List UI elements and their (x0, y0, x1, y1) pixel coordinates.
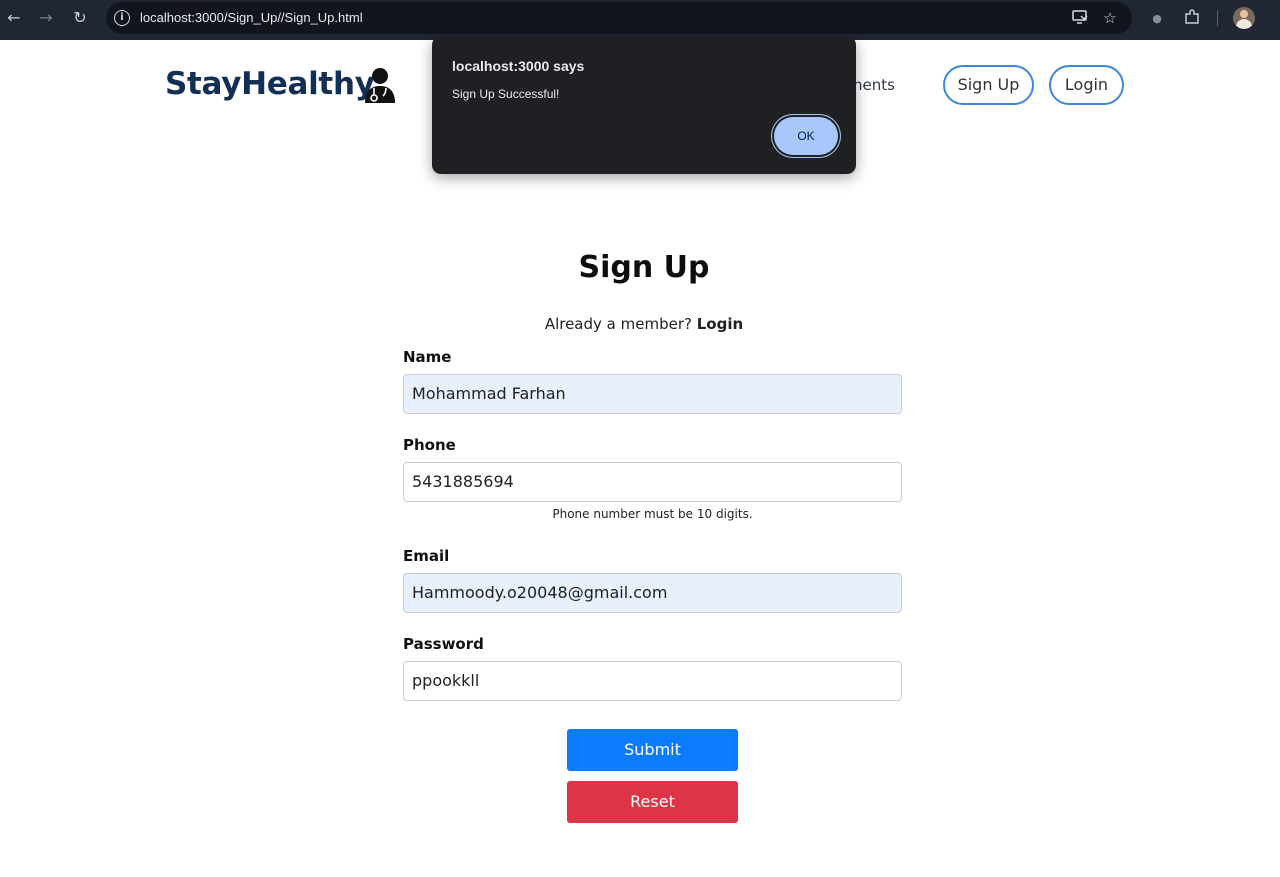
doctor-icon (365, 68, 395, 103)
phone-field[interactable]: 5431885694 (403, 462, 902, 502)
extension-icon[interactable]: ● (1146, 8, 1168, 30)
submit-button[interactable]: Submit (567, 729, 738, 771)
login-nav-button[interactable]: Login (1049, 65, 1124, 105)
install-app-glyph (1072, 10, 1088, 24)
star-icon[interactable]: ☆ (1100, 8, 1120, 28)
alert-dialog: localhost:3000 says Sign Up Successful! … (432, 36, 856, 174)
info-icon[interactable]: i (114, 10, 130, 26)
arrow-left-icon[interactable]: ← (2, 6, 26, 30)
brand-logo-text[interactable]: StayHealthy (165, 66, 375, 102)
email-label: Email (403, 547, 450, 565)
reset-button[interactable]: Reset (567, 781, 738, 823)
reload-icon[interactable]: ↻ (68, 6, 92, 30)
name-label: Name (403, 348, 452, 366)
signup-nav-button[interactable]: Sign Up (943, 65, 1034, 105)
password-field[interactable]: ppookkll (403, 661, 902, 701)
install-app-icon[interactable] (1070, 8, 1090, 28)
address-bar[interactable]: i localhost:3000/Sign_Up//Sign_Up.html ☆ (106, 2, 1132, 34)
page-title: Sign Up (578, 250, 710, 285)
browser-toolbar: ← → ↻ i localhost:3000/Sign_Up//Sign_Up.… (0, 0, 1280, 40)
email-field[interactable]: Hammoody.o20048@gmail.com (403, 573, 902, 613)
puzzle-glyph (1185, 9, 1199, 24)
phone-label: Phone (403, 436, 456, 454)
ok-button[interactable]: OK (774, 117, 838, 155)
url-text[interactable]: localhost:3000/Sign_Up//Sign_Up.html (140, 10, 363, 25)
password-label: Password (403, 635, 484, 653)
alert-title: localhost:3000 says (452, 58, 585, 74)
avatar[interactable] (1233, 7, 1255, 29)
member-text: Already a member? (544, 315, 692, 333)
login-link[interactable]: Login (697, 315, 743, 333)
arrow-right-icon[interactable]: → (34, 6, 58, 30)
member-prompt: Already a member? Login (0, 315, 1280, 333)
alert-message: Sign Up Successful! (452, 87, 560, 101)
puzzle-icon[interactable] (1181, 8, 1203, 30)
toolbar-divider (1217, 10, 1218, 26)
name-field[interactable]: Mohammad Farhan (403, 374, 902, 414)
phone-hint: Phone number must be 10 digits. (552, 507, 753, 521)
